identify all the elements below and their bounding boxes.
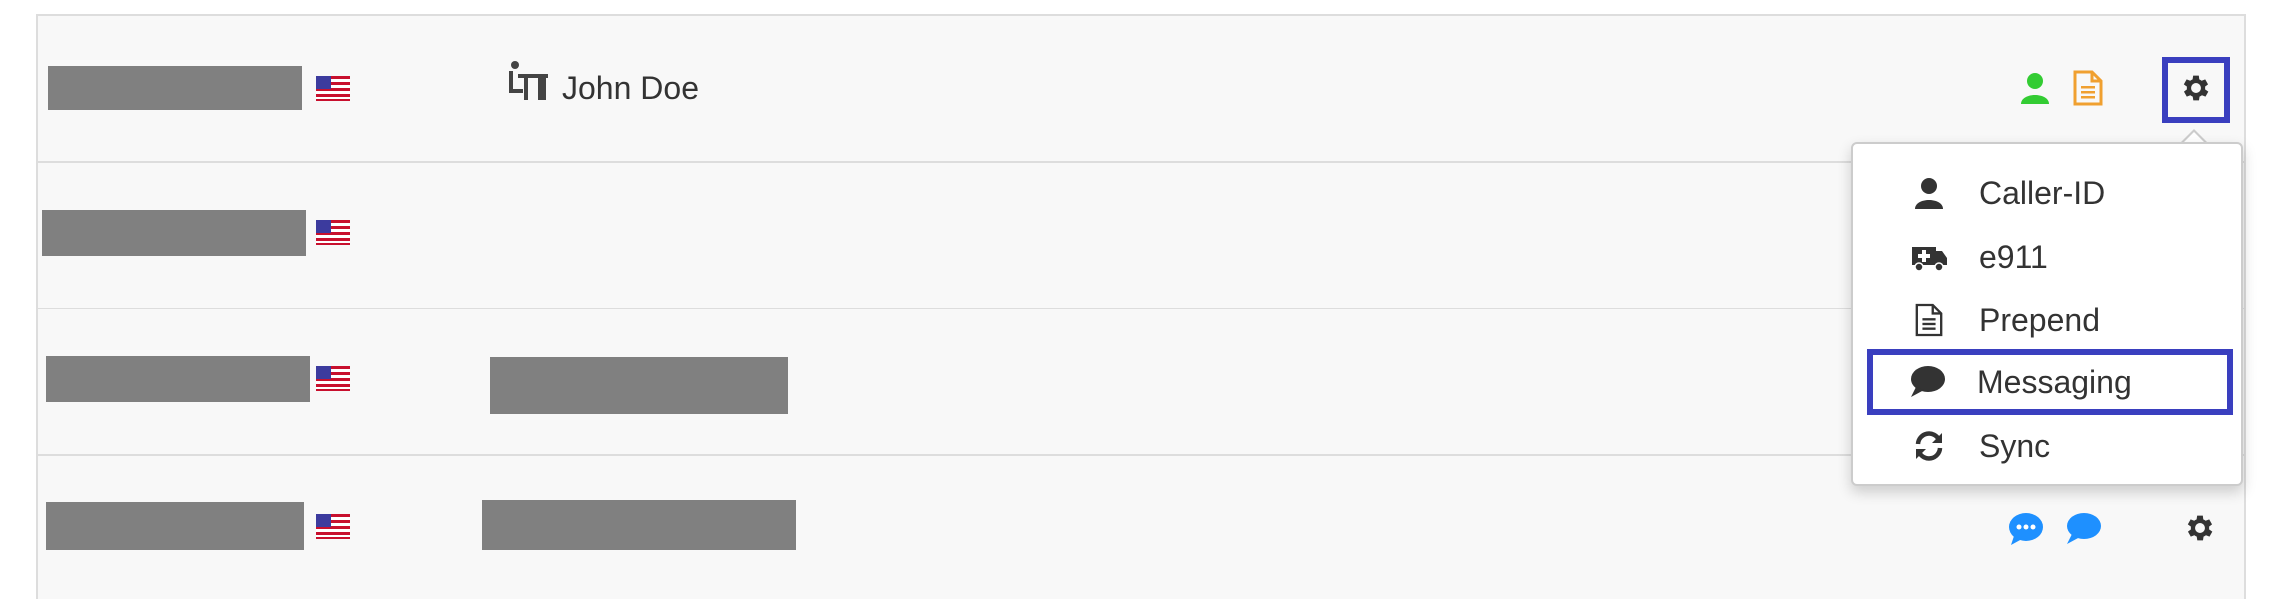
redacted-number: [46, 502, 304, 550]
settings-button[interactable]: [2170, 500, 2230, 560]
menu-item-label: e911: [1979, 238, 2048, 275]
document-icon[interactable]: [2072, 70, 2104, 111]
menu-item-label: Sync: [1979, 427, 2051, 464]
chat-bubble-icon[interactable]: [2064, 512, 2102, 551]
redacted-number: [46, 356, 310, 402]
settings-dropdown-menu: Caller-ID e911 Prepend Messaging Sync: [1851, 142, 2243, 486]
document-icon: [1909, 302, 1949, 338]
menu-item-label: Prepend: [1979, 301, 2100, 338]
us-flag-icon: [316, 220, 350, 245]
gear-icon: [2179, 71, 2213, 110]
redacted-user-name: [482, 500, 796, 550]
table-row: John Doe: [38, 16, 2244, 163]
redacted-user-name: [490, 357, 788, 414]
menu-item-e911[interactable]: e911: [1869, 228, 2229, 286]
menu-item-label: Messaging: [1977, 363, 2132, 400]
menu-item-messaging[interactable]: Messaging: [1867, 349, 2233, 415]
us-flag-icon: [316, 366, 350, 391]
menu-item-caller-id[interactable]: Caller-ID: [1869, 164, 2229, 222]
user-icon: [1909, 175, 1949, 211]
menu-item-prepend[interactable]: Prepend: [1869, 291, 2229, 349]
sms-bubble-icon[interactable]: [2008, 512, 2044, 551]
chat-bubble-icon: [1907, 364, 1947, 400]
ambulance-icon: [1909, 239, 1949, 275]
user-name: John Doe: [562, 70, 699, 106]
gear-icon: [2183, 511, 2217, 550]
settings-button[interactable]: [2162, 57, 2230, 123]
redacted-number: [42, 210, 306, 256]
menu-item-sync[interactable]: Sync: [1869, 417, 2229, 475]
sync-icon: [1909, 428, 1949, 464]
user-icon[interactable]: [2020, 72, 2050, 109]
redacted-number: [48, 66, 302, 110]
us-flag-icon: [316, 514, 350, 539]
desk-agent-icon: [504, 60, 550, 109]
menu-item-label: Caller-ID: [1979, 174, 2106, 211]
us-flag-icon: [316, 76, 350, 101]
